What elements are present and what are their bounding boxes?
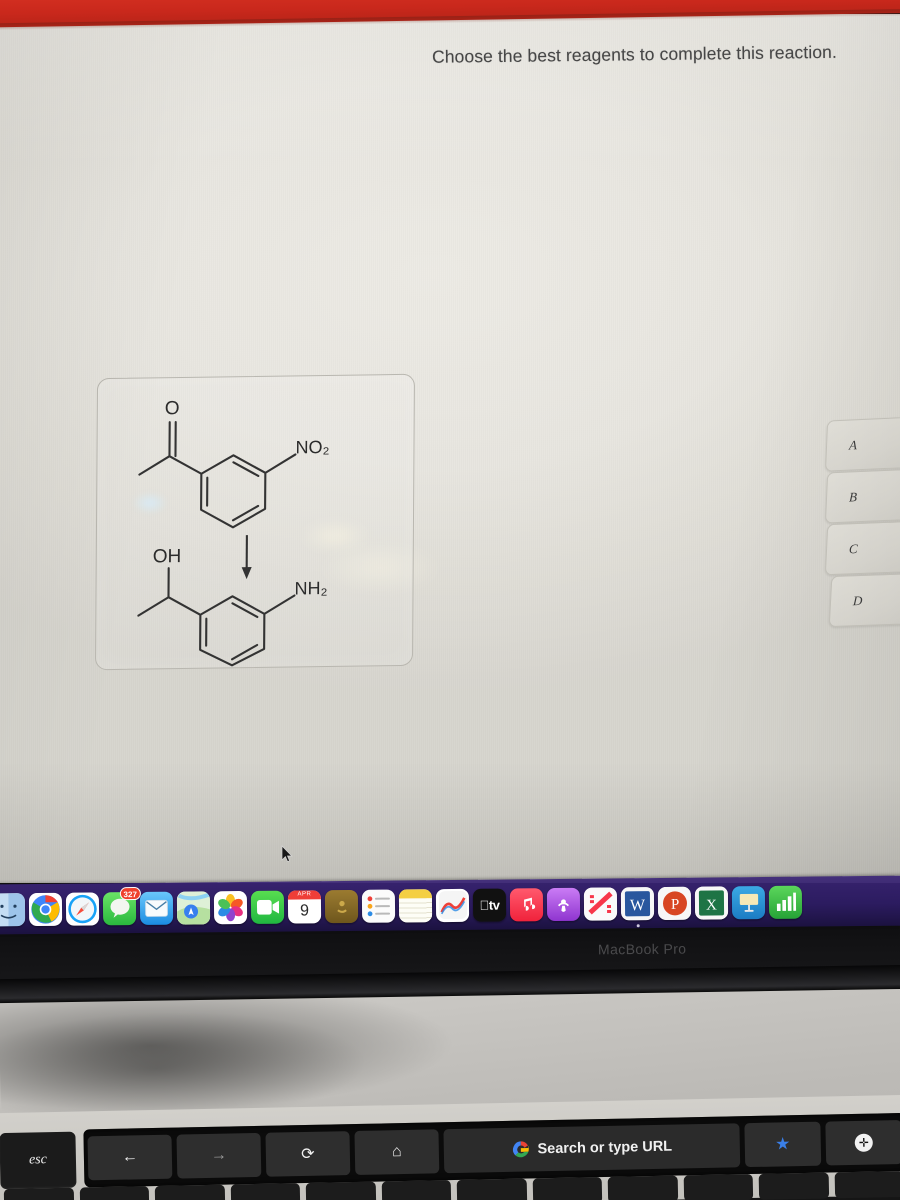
dock-item-finder[interactable] (0, 892, 26, 926)
calendar-month-label: APR (287, 889, 321, 900)
macos-dock: 327 APR 9 tv W P X (0, 875, 900, 935)
reaction-diagram-card: O NO₂ OH NH₂ (94, 373, 416, 671)
forward-button[interactable]: → (176, 1132, 262, 1179)
dock-item-word[interactable]: W (620, 886, 655, 927)
url-search-label: Search or type URL (537, 1138, 673, 1158)
powerpoint-icon: P (657, 886, 692, 920)
add-button[interactable]: ✛ (825, 1120, 900, 1166)
nitro-group-label: NO₂ (295, 437, 329, 457)
answer-choice-a[interactable]: A (824, 415, 900, 472)
dock-item-calendar[interactable]: APR 9 (287, 889, 322, 924)
answer-choice-c[interactable]: C (824, 519, 900, 576)
function-key[interactable] (532, 1177, 603, 1200)
answer-choice-b-label: B (848, 488, 858, 505)
macbook-pro-label: MacBook Pro (597, 940, 687, 958)
finder-icon (0, 892, 26, 926)
back-arrow-icon: ← (121, 1148, 139, 1166)
dock-item-news[interactable] (583, 886, 618, 921)
reaction-arrow (241, 535, 252, 580)
bookmark-button[interactable]: ★ (744, 1121, 822, 1168)
dock-item-chrome[interactable] (28, 892, 63, 926)
dock-item-photos[interactable] (213, 890, 248, 924)
function-key[interactable] (683, 1174, 754, 1200)
stocks-icon (438, 890, 467, 920)
reload-button[interactable]: ⟳ (265, 1131, 351, 1177)
calendar-day-label: 9 (300, 901, 310, 919)
appletv-label: tv (484, 897, 500, 913)
reaction-scheme-svg: O NO₂ OH NH₂ (137, 398, 330, 667)
messages-badge: 327 (119, 886, 141, 900)
numbers-icon (776, 892, 796, 911)
dock-item-stocks[interactable] (435, 888, 470, 922)
hydroxyl-group-label: OH (153, 546, 182, 567)
reload-icon: ⟳ (301, 1145, 315, 1164)
dock-item-safari[interactable] (65, 891, 100, 926)
answer-choice-c-label: C (848, 540, 859, 556)
mail-icon (145, 899, 168, 917)
dock-item-podcasts-alt[interactable] (324, 889, 359, 923)
news-icon (583, 886, 618, 921)
function-key[interactable] (154, 1184, 225, 1200)
back-button[interactable]: ← (87, 1134, 173, 1181)
function-key[interactable] (607, 1175, 678, 1200)
podcasts-alt-icon (336, 900, 347, 913)
laptop-display: Choose the best reagents to complete thi… (0, 14, 900, 883)
home-button[interactable]: ⌂ (354, 1129, 440, 1175)
function-key[interactable] (834, 1170, 900, 1199)
photos-icon (218, 893, 243, 921)
function-key[interactable] (305, 1181, 376, 1200)
chrome-icon (31, 894, 60, 924)
dock-item-maps[interactable] (176, 890, 211, 925)
keynote-icon (739, 893, 758, 912)
function-key[interactable] (3, 1187, 74, 1200)
facetime-icon (256, 899, 279, 915)
svg-text:X: X (706, 897, 717, 913)
dock-item-notes[interactable] (398, 888, 433, 923)
forward-arrow-icon: → (210, 1146, 228, 1164)
dock-item-reminders[interactable] (361, 889, 396, 923)
word-icon: W (620, 886, 655, 920)
function-key[interactable] (758, 1172, 829, 1200)
dock-item-music[interactable] (509, 887, 544, 921)
home-icon: ⌂ (391, 1143, 402, 1161)
dock-item-excel[interactable]: X (694, 885, 729, 920)
function-key[interactable] (381, 1180, 452, 1200)
dock-item-podcasts[interactable] (546, 887, 581, 921)
mouse-cursor (281, 845, 293, 863)
dock-item-keynote[interactable] (731, 885, 766, 919)
dock-item-facetime[interactable] (250, 890, 285, 924)
maps-icon (176, 890, 211, 925)
word-running-dot (636, 923, 640, 927)
safari-icon (68, 894, 97, 923)
photo-of-laptop-screen: Choose the best reagents to complete thi… (0, 0, 900, 1200)
dock-item-numbers[interactable] (768, 885, 803, 919)
plus-icon: ✛ (854, 1133, 873, 1152)
answer-choices-list: A B C D (824, 415, 900, 638)
answer-choice-d[interactable]: D (828, 571, 900, 628)
amine-group-label: NH₂ (294, 578, 327, 598)
answer-choice-b[interactable]: B (824, 467, 900, 524)
reminders-icon (367, 895, 390, 916)
dock-item-powerpoint[interactable]: P (657, 886, 692, 920)
dock-item-messages[interactable]: 327 (102, 886, 141, 925)
esc-key[interactable]: esc (0, 1131, 77, 1190)
music-icon (524, 897, 536, 911)
answer-choice-a-label: A (848, 436, 858, 453)
answer-choice-d-label: D (852, 592, 863, 608)
question-text: Choose the best reagents to complete thi… (431, 41, 838, 67)
function-key[interactable] (456, 1178, 527, 1200)
svg-text:P: P (671, 896, 679, 912)
carbonyl-oxygen-label: O (165, 398, 180, 419)
podcasts-icon (558, 898, 570, 912)
google-logo-icon (512, 1141, 529, 1158)
function-key[interactable] (79, 1186, 150, 1200)
url-search-field[interactable]: Search or type URL (443, 1123, 741, 1174)
dock-item-mail[interactable] (139, 891, 174, 925)
star-icon: ★ (774, 1134, 791, 1154)
svg-text:W: W (630, 897, 646, 914)
function-key[interactable] (230, 1183, 301, 1200)
dock-item-appletv[interactable]: tv (472, 887, 507, 922)
excel-icon: X (694, 885, 729, 920)
